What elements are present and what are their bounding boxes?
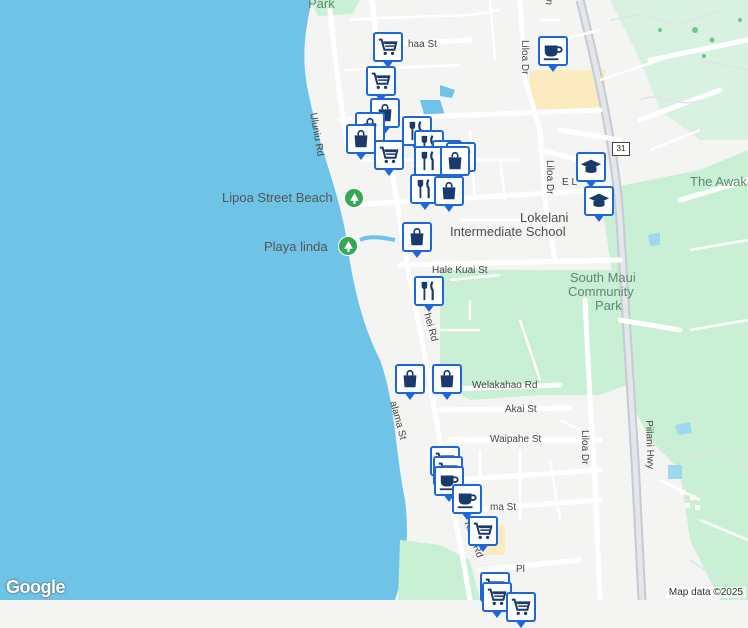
bag-marker-icon[interactable]: [402, 222, 432, 258]
highway-31-shield: 31: [612, 142, 630, 156]
cart-marker-icon[interactable]: [506, 592, 536, 628]
the-awak-label: The Awak: [690, 174, 747, 189]
bag-marker-icon[interactable]: [395, 364, 425, 400]
lipoa-beach-tree-icon[interactable]: [344, 188, 364, 208]
street-waipahe: Waipahe St: [490, 434, 542, 445]
coffee-marker-icon[interactable]: [452, 484, 482, 520]
cart-marker-icon[interactable]: [366, 66, 396, 102]
bag-marker-icon[interactable]: [346, 124, 376, 160]
school-marker-icon[interactable]: [576, 152, 606, 188]
community-label[interactable]: Community: [568, 284, 634, 299]
street-haa: haa St: [408, 39, 437, 50]
google-logo[interactable]: Google: [6, 577, 66, 598]
playa-linda-label[interactable]: Playa linda: [264, 239, 328, 254]
street-hale-kuai: Hale Kuai St: [432, 265, 488, 276]
park-top-label: Park: [308, 0, 335, 11]
food-marker-icon[interactable]: [414, 276, 444, 312]
street-welakahao: Welakahao Rd: [472, 380, 538, 391]
map-attribution[interactable]: Map data ©2025: [665, 587, 746, 598]
park-label[interactable]: Park: [595, 298, 622, 313]
street-liloa-top: Liloa Dr: [519, 40, 530, 75]
bag-marker-icon[interactable]: [440, 146, 470, 182]
street-ma: ma St: [490, 502, 517, 513]
playa-linda-tree-icon[interactable]: [338, 236, 358, 256]
street-piilani: Piilani Hwy: [643, 420, 656, 470]
street-liloa-low: Liloa Dr: [579, 430, 590, 465]
intermediate-school-label[interactable]: Intermediate School: [450, 224, 566, 239]
coffee-marker-icon[interactable]: [538, 36, 568, 72]
school-marker-icon[interactable]: [584, 186, 614, 222]
street-pl: Pl: [516, 564, 525, 575]
bag-marker-icon[interactable]: [434, 176, 464, 212]
cart-marker-icon[interactable]: [468, 516, 498, 552]
cart-marker-icon[interactable]: [374, 140, 404, 176]
south-maui-label[interactable]: South Maui: [570, 270, 636, 285]
cart-marker-icon[interactable]: [373, 32, 403, 68]
street-akai: Akai St: [505, 404, 537, 415]
street-e-l: E L: [562, 177, 578, 188]
street-liloa-mid: Liloa Dr: [544, 160, 555, 195]
bag-marker-icon[interactable]: [432, 364, 462, 400]
lipoa-street-beach-label[interactable]: Lipoa Street Beach: [222, 190, 333, 205]
lokelani-label[interactable]: Lokelani: [520, 210, 568, 225]
